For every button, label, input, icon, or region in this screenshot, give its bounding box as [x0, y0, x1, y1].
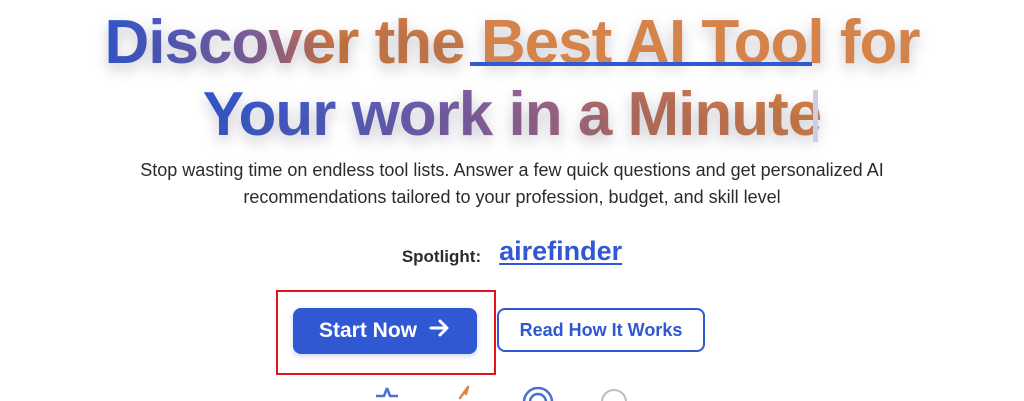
hero-title-line2: Your work in a Minute — [0, 80, 1024, 150]
hero-title-part1: Discover the — [104, 8, 481, 77]
target-icon — [522, 386, 554, 401]
subtitle-line2: recommendations tailored to your profess… — [243, 187, 781, 207]
hero-title-highlight: Best AI Tool — [480, 8, 825, 77]
spotlight-link[interactable]: airefinder — [499, 236, 622, 267]
spotlight-label: Spotlight: — [401, 247, 482, 266]
start-now-label: Start Now — [318, 319, 417, 342]
hero-title-line2-text: Your work in a Minute — [202, 80, 823, 149]
feature-icons-row — [0, 384, 1024, 401]
hero-subtitle: Stop wasting time on endless tool lists.… — [80, 157, 944, 211]
lightning-icon — [458, 385, 470, 400]
star-icon — [376, 387, 398, 398]
start-now-button[interactable]: Start Now — [293, 308, 477, 354]
hero-title-part2: for — [823, 8, 921, 77]
circle-icon — [601, 389, 627, 401]
arrow-right-icon — [429, 318, 451, 344]
hero-title-line1: Discover the Best AI Tool for — [0, 8, 1024, 78]
typing-cursor — [813, 90, 818, 142]
read-how-it-works-button[interactable]: Read How It Works — [497, 308, 705, 352]
read-how-it-works-label: Read How It Works — [519, 319, 683, 340]
highlight-underline — [470, 62, 812, 66]
spotlight: Spotlight: airefinder — [0, 236, 1024, 267]
subtitle-line1: Stop wasting time on endless tool lists.… — [140, 160, 884, 180]
